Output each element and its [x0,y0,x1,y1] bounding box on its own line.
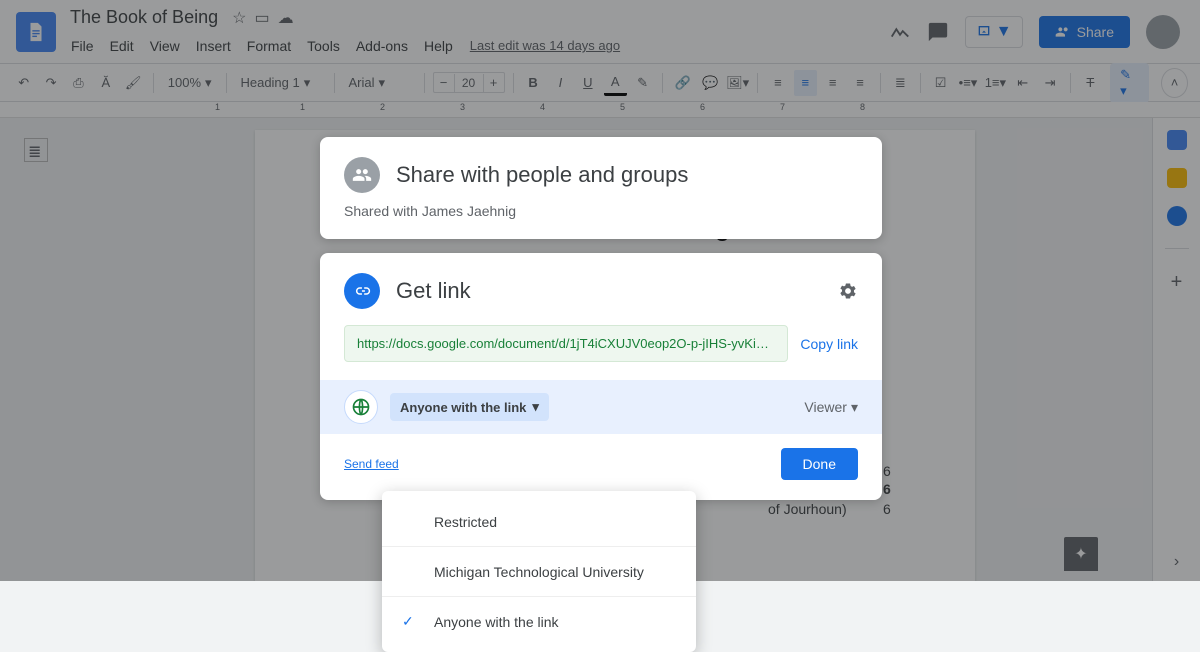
scope-option-label: Restricted [434,514,497,530]
scope-option-label: Michigan Technological University [434,564,644,580]
chevron-down-icon: ▾ [851,399,858,416]
get-link-title: Get link [396,278,471,304]
access-scope-menu: ✓ Restricted ✓ Michigan Technological Un… [382,491,696,652]
share-people-title: Share with people and groups [396,162,688,188]
share-link-field[interactable]: https://docs.google.com/document/d/1jT4i… [344,325,788,362]
people-icon [344,157,380,193]
role-label: Viewer [804,399,847,415]
send-feedback-link[interactable]: Send feed [344,457,399,471]
shared-with-text: Shared with James Jaehnig [344,203,858,219]
role-dropdown[interactable]: Viewer ▾ [804,399,858,416]
check-icon: ✓ [402,613,420,630]
scope-option-restricted[interactable]: ✓ Restricted [382,497,696,546]
copy-link-button[interactable]: Copy link [800,336,858,352]
scope-option-label: Anyone with the link [434,614,559,630]
chevron-down-icon: ▾ [532,399,539,415]
get-link-card: Get link https://docs.google.com/documen… [320,253,882,500]
share-people-card[interactable]: Share with people and groups Shared with… [320,137,882,239]
access-scope-row: Anyone with the link ▾ Viewer ▾ [320,380,882,434]
access-scope-label: Anyone with the link [400,400,526,415]
share-dialog: Share with people and groups Shared with… [320,137,882,514]
scope-option-org[interactable]: ✓ Michigan Technological University [382,546,696,596]
globe-icon [344,390,378,424]
link-settings-icon[interactable] [838,281,858,301]
access-scope-dropdown[interactable]: Anyone with the link ▾ [390,393,549,421]
scope-option-anyone[interactable]: ✓ Anyone with the link [382,596,696,646]
link-icon [344,273,380,309]
done-button[interactable]: Done [781,448,858,480]
